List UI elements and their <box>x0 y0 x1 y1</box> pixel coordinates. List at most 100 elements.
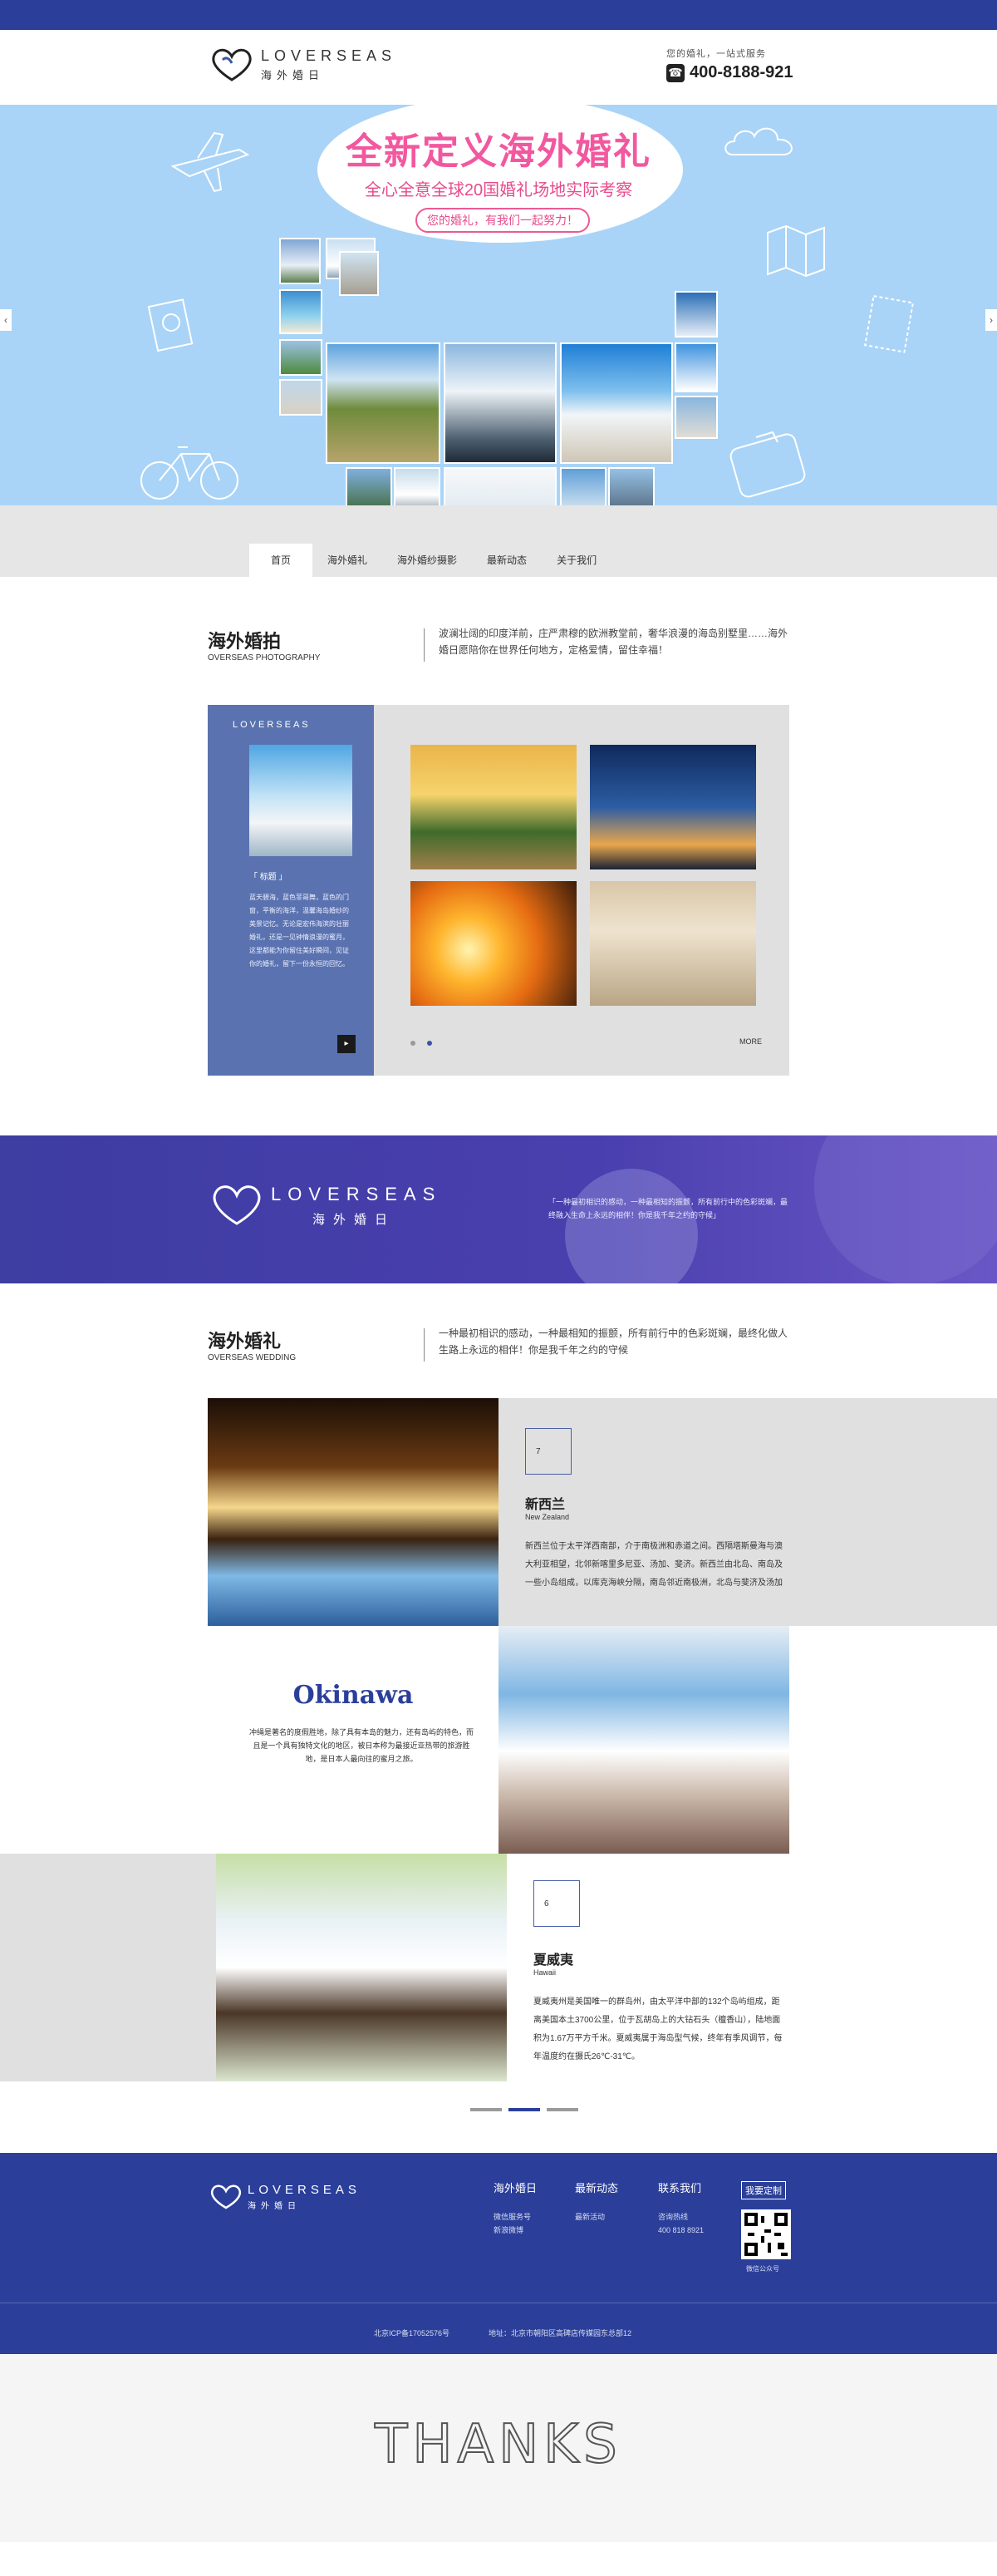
footer-col-brand: 海外婚日 微信服务号 新浪微博 <box>494 2180 537 2237</box>
icp-record: 北京ICP备17052576号 <box>374 2329 450 2337</box>
tile-desc: 冲绳是著名的度假胜地，除了具有本岛的魅力，还有岛屿的特色，而且是一个具有独特文化… <box>249 1728 474 1763</box>
site-logo[interactable]: LOVERSEAS 海外婚日 <box>208 47 396 83</box>
ceremony-photo[interactable] <box>498 1626 789 1854</box>
tile-new-zealand[interactable]: 7 新西兰 New Zealand 新西兰位于太平洋西南部，介于南极洲和赤道之间… <box>498 1398 997 1626</box>
banner-subtitle: 全心全意全球20国婚礼场地实际考察 <box>364 181 633 199</box>
section-desc: 一种最初相识的感动，一种最相知的振颤，所有前行中的色彩斑斓，最终化做人生路上永远… <box>439 1327 788 1356</box>
logo-en: LOVERSEAS <box>261 47 397 64</box>
footer-link[interactable]: 最新活动 <box>575 2210 618 2224</box>
banner-photo <box>608 467 655 505</box>
footer-link[interactable]: 咨询热线 <box>658 2210 704 2224</box>
top-accent-bar <box>0 0 997 30</box>
passport-icon <box>147 298 194 352</box>
tile-okinawa[interactable]: Okinawa 冲绳是著名的度假胜地，除了具有本岛的魅力，还有岛屿的特色，而且是… <box>208 1626 498 1854</box>
more-link[interactable]: MORE <box>739 1037 762 1046</box>
pager-bar[interactable] <box>470 2108 502 2111</box>
section-divider <box>424 628 425 662</box>
gallery-photo[interactable] <box>410 881 577 1006</box>
section-title: 海外婚礼 <box>208 1331 282 1352</box>
phone-icon: ☎ <box>666 63 685 82</box>
tile-hawaii[interactable]: 6 夏威夷 Hawaii 夏威夷州是美国唯一的群岛州，由太平洋中部的132个岛屿… <box>507 1854 789 2081</box>
service-slogan: 您的婚礼，一站式服务 <box>666 49 766 59</box>
gallery-dot-active[interactable] <box>427 1041 432 1046</box>
bicycle-icon <box>140 446 238 500</box>
tile-ename: Hawaii <box>533 1968 557 1977</box>
banner-photo <box>346 467 392 505</box>
banner-photo <box>675 396 718 439</box>
gallery-dot[interactable] <box>410 1041 415 1046</box>
gallery-dots <box>410 1041 432 1046</box>
tiles-pager <box>0 2100 997 2120</box>
logo-cn: 海外婚日 <box>261 69 325 81</box>
banner-photo <box>444 467 557 505</box>
banner-prev-button[interactable]: ‹ <box>0 309 12 331</box>
site-header: LOVERSEAS 海外婚日 您的婚礼，一站式服务 ☎ 400-8188-921 <box>0 30 997 105</box>
section-desc: 波澜壮阔的印度洋前，庄严肃穆的欧洲教堂前，奢华浪漫的海岛别墅里……海外婚日愿陪你… <box>439 628 788 656</box>
sidebar-go-button[interactable]: ▸ <box>337 1035 356 1053</box>
main-nav: 首页 海外婚礼 海外婚纱摄影 最新动态 关于我们 <box>249 544 611 577</box>
tile-name: 新西兰 <box>525 1498 566 1512</box>
heart-logo-icon <box>213 1185 261 1225</box>
showcase-sidebar: LOVERSEAS 「 标题 」 蓝天碧海，蓝色菲哥舞，蓝色的门窗，平衡的海洋，… <box>208 705 374 1076</box>
promo-quote: 「一种最初相识的感动，一种最相知的振颤，所有前行中的色彩斑斓，最终融入生命上永远… <box>548 1198 788 1219</box>
banner-photo <box>675 342 718 392</box>
site-footer: LOVERSEAS 海外婚日 海外婚日 微信服务号 新浪微博 最新动态 最新活动… <box>0 2153 997 2354</box>
nav-item-wedding[interactable]: 海外婚礼 <box>312 544 382 577</box>
grey-gap <box>0 1854 216 2081</box>
banner-photo <box>560 467 607 505</box>
phone-number[interactable]: 400-8188-921 <box>690 63 793 82</box>
sidebar-body: 蓝天碧海，蓝色菲哥舞，蓝色的门窗，平衡的海洋，温馨海岛婚纱的美景记忆。无论是宏伟… <box>249 894 349 968</box>
hero-banner: 全新定义海外婚礼 全心全意全球20国婚礼场地实际考察 您的婚礼，有我们一起努力！… <box>0 105 997 505</box>
tile-number: 7 <box>525 1428 572 1475</box>
tile-number: 6 <box>533 1880 580 1927</box>
footer-col-heading: 联系我们 <box>658 2182 702 2194</box>
sidebar-brand: LOVERSEAS <box>233 720 311 730</box>
banner-photo <box>326 342 440 464</box>
section-subtitle: OVERSEAS PHOTOGRAPHY <box>208 653 321 662</box>
section-divider <box>424 1328 425 1362</box>
footer-logo-en: LOVERSEAS <box>248 2183 361 2197</box>
footer-col-contact: 联系我们 咨询热线 400 818 8921 <box>658 2180 704 2237</box>
main-nav-strip: 首页 海外婚礼 海外婚纱摄影 最新动态 关于我们 <box>0 505 997 577</box>
footer-logo[interactable]: LOVERSEAS 海外婚日 <box>208 2183 361 2211</box>
banner-photo <box>279 379 322 416</box>
banner-photo <box>675 291 718 337</box>
wechat-qr-code <box>741 2209 791 2259</box>
gallery-photo[interactable] <box>590 745 756 869</box>
map-icon <box>767 224 825 278</box>
promo-logo-cn: 海外婚日 <box>312 1212 396 1227</box>
pager-bar-active[interactable] <box>508 2108 540 2111</box>
suitcase-icon <box>729 431 806 498</box>
hotline: 您的婚礼，一站式服务 ☎ 400-8188-921 <box>666 47 793 82</box>
chapel-photo[interactable] <box>208 1398 498 1626</box>
footer-phone: 400 818 8921 <box>658 2226 705 2234</box>
banner-title: 全新定义海外婚礼 <box>346 131 651 172</box>
nav-item-news[interactable]: 最新动态 <box>472 544 542 577</box>
banner-photo <box>279 339 322 376</box>
footer-link[interactable]: 新浪微博 <box>494 2224 537 2237</box>
footer-link[interactable]: 微信服务号 <box>494 2210 537 2224</box>
nav-item-about[interactable]: 关于我们 <box>542 544 611 577</box>
photography-section-head: 海外婚拍 OVERSEAS PHOTOGRAPHY 波澜壮阔的印度洋前，庄严肃穆… <box>0 607 997 682</box>
sidebar-tag: 「 标题 」 <box>249 873 287 882</box>
banner-photo <box>560 342 673 464</box>
glass-chapel-photo[interactable] <box>216 1854 507 2081</box>
gallery-photo[interactable] <box>410 745 577 869</box>
banner-photo <box>279 289 322 334</box>
footer-logo-cn: 海外婚日 <box>248 2202 301 2211</box>
nav-item-photography[interactable]: 海外婚纱摄影 <box>382 544 472 577</box>
heart-logo-icon <box>212 48 252 81</box>
gallery-photo[interactable] <box>590 881 756 1006</box>
customize-button[interactable]: 我要定制 <box>741 2181 786 2199</box>
tile-ename: New Zealand <box>525 1513 570 1521</box>
tile-name: 夏威夷 <box>533 1953 574 1968</box>
photography-showcase: LOVERSEAS 「 标题 」 蓝天碧海，蓝色菲哥舞，蓝色的门窗，平衡的海洋，… <box>208 705 789 1076</box>
banner-next-button[interactable]: › <box>985 309 997 331</box>
pager-bar[interactable] <box>547 2108 578 2111</box>
destination-tiles: 7 新西兰 New Zealand 新西兰位于太平洋西南部，介于南极洲和赤道之间… <box>0 1398 997 2088</box>
thanks-panel: THANKS <box>0 2354 997 2542</box>
banner-pill: 您的婚礼，有我们一起努力！ <box>415 208 590 233</box>
sidebar-photo[interactable] <box>249 745 352 856</box>
nav-item-home[interactable]: 首页 <box>249 544 313 577</box>
tile-desc: 新西兰位于太平洋西南部，介于南极洲和赤道之间。西隔塔斯曼海与澳大利亚相望，北邻新… <box>525 1542 783 1588</box>
